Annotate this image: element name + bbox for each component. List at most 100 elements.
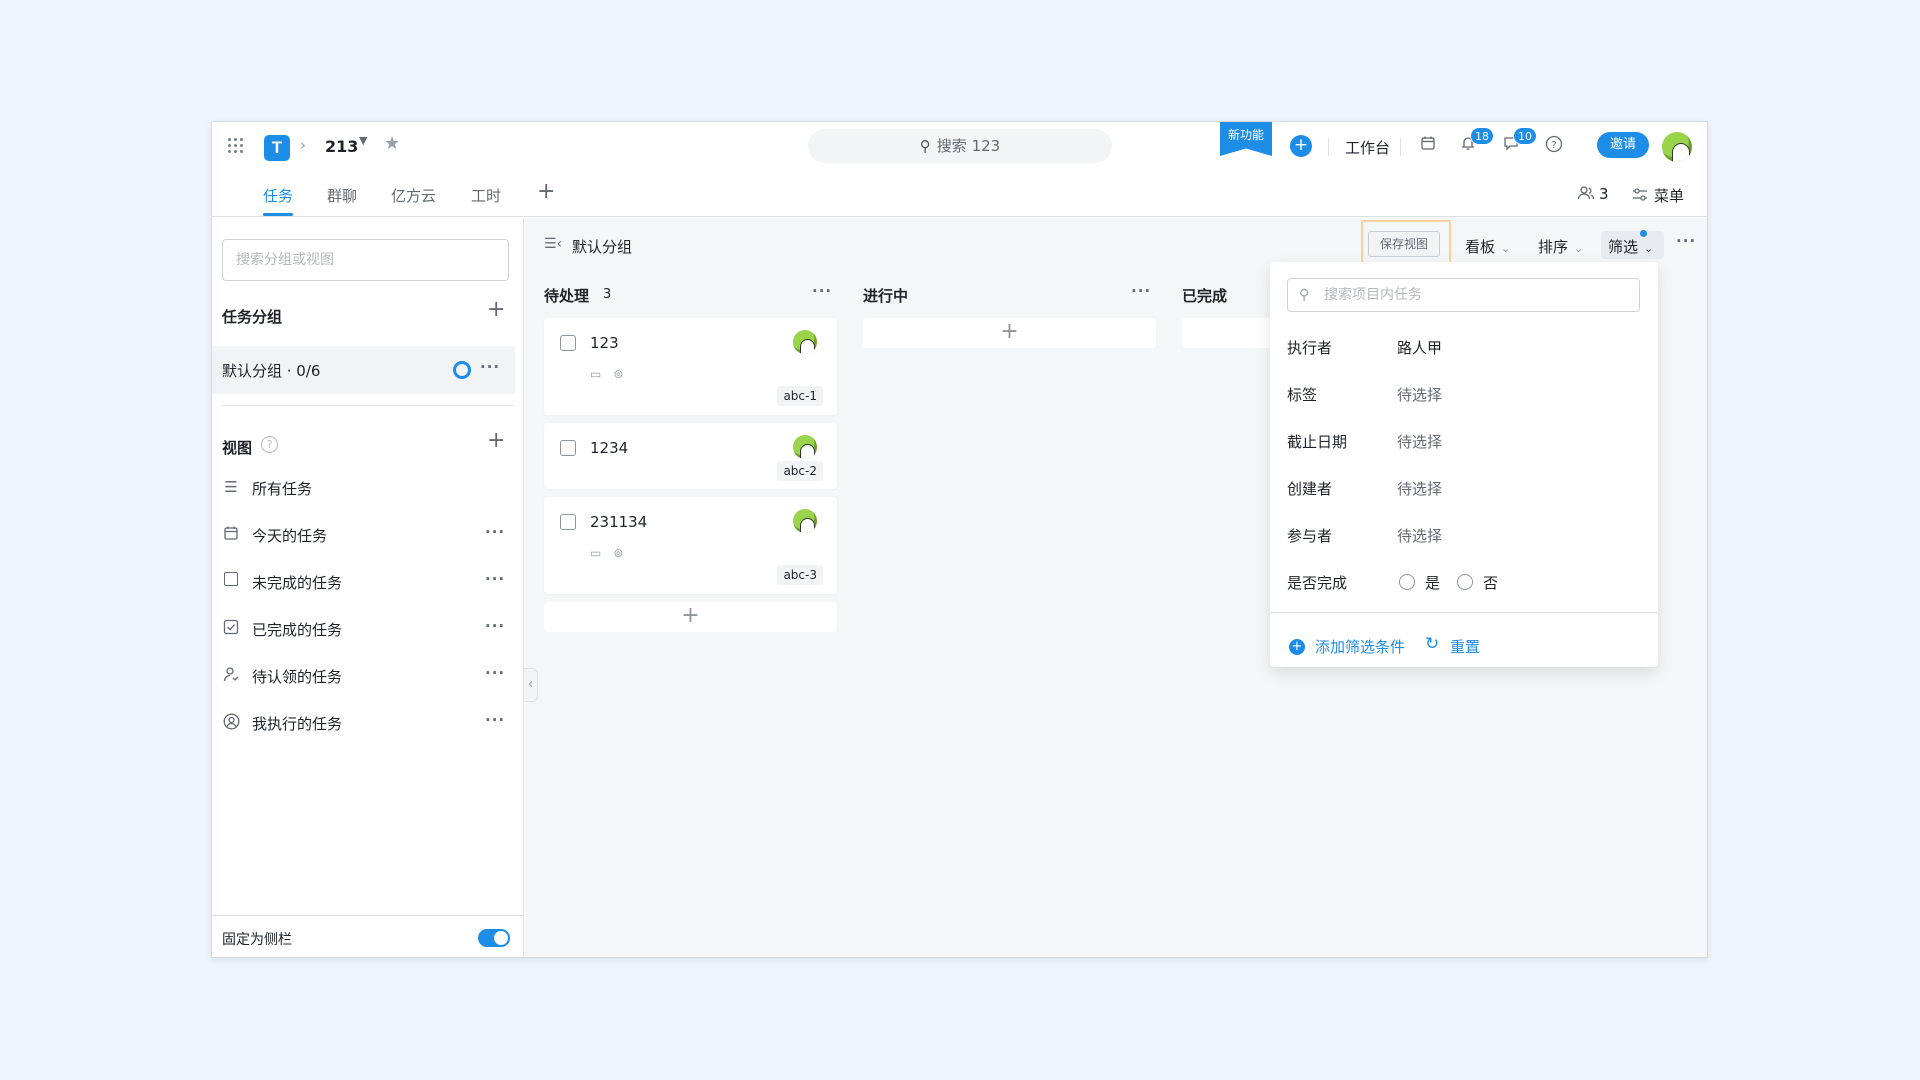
view-item-incomplete[interactable]: 未完成的任务 ··· (222, 568, 512, 598)
new-feature-ribbon[interactable]: 新功能 (1220, 122, 1272, 156)
divider (222, 405, 514, 406)
filter-label-completed: 是否完成 (1287, 574, 1348, 592)
app-window: T › 213 ▼ ★ ⚲ 搜索 123 新功能 + 工作台 18 10 ? 邀请… (211, 121, 1708, 958)
task-checkbox[interactable] (560, 514, 576, 530)
view-item-today[interactable]: 今天的任务 ··· (222, 521, 512, 551)
filter-value-due-date[interactable]: 待选择 (1397, 431, 1442, 452)
search-icon: ⚲ (1299, 287, 1310, 303)
star-icon[interactable]: ★ (384, 133, 400, 154)
filter-label-creator: 创建者 (1287, 480, 1333, 498)
pin-sidebar-label: 固定为侧栏 (222, 932, 292, 948)
tab-tasks[interactable]: 任务 (263, 185, 293, 206)
save-view-button[interactable]: 保存视图 (1368, 231, 1440, 257)
task-card[interactable]: 1234 abc-2 (544, 423, 837, 489)
app-grid-icon[interactable] (228, 138, 244, 154)
user-claim-icon (222, 666, 240, 684)
more-options-icon[interactable]: ··· (1131, 282, 1151, 300)
reset-link[interactable]: 重置 (1450, 636, 1480, 657)
more-options-icon[interactable]: ··· (480, 358, 500, 376)
task-title: 123 (590, 334, 619, 352)
column-title-done: 已完成 (1182, 287, 1228, 305)
more-options-icon[interactable]: ··· (812, 282, 832, 300)
add-tab-button[interactable]: + (537, 179, 555, 204)
reset-icon[interactable]: ↻ (1425, 634, 1439, 654)
filter-value-tag[interactable]: 待选择 (1397, 384, 1442, 405)
list-icon: ☰ (224, 478, 238, 496)
comment-attachment-icons: ▭⊚ (590, 367, 636, 381)
task-card[interactable]: 123 ▭⊚ abc-1 (544, 318, 837, 415)
radio-no[interactable] (1457, 574, 1473, 590)
filter-dropdown[interactable]: 筛选 ⌄ (1608, 236, 1653, 257)
project-name[interactable]: 213 (325, 137, 358, 156)
active-tab-indicator (263, 213, 293, 216)
calendar-icon[interactable] (1417, 135, 1439, 157)
more-options-icon[interactable]: ··· (485, 570, 505, 588)
more-options-icon[interactable]: ··· (1676, 232, 1696, 250)
add-card-button[interactable]: + (863, 318, 1156, 348)
filter-search-input[interactable]: ⚲ 搜索项目内任务 (1287, 278, 1640, 312)
tab-worktime[interactable]: 工时 (471, 185, 501, 206)
user-avatar[interactable] (1662, 132, 1692, 162)
add-filter-condition-link[interactable]: 添加筛选条件 (1315, 636, 1405, 657)
view-item-all-tasks[interactable]: ☰ 所有任务 (222, 474, 512, 504)
checkbox-empty-icon (222, 572, 240, 590)
view-item-my-tasks[interactable]: 我执行的任务 ··· (222, 709, 512, 739)
filter-value-participant[interactable]: 待选择 (1397, 525, 1442, 546)
radio-yes-label: 是 (1425, 574, 1441, 592)
add-circle-icon[interactable]: + (1289, 639, 1305, 655)
more-options-icon[interactable]: ··· (485, 523, 505, 541)
create-plus-icon[interactable]: + (1290, 135, 1312, 157)
task-tag: abc-2 (777, 461, 823, 481)
add-card-button[interactable]: + (544, 602, 837, 632)
task-checkbox[interactable] (560, 335, 576, 351)
workbench-link[interactable]: 工作台 (1345, 137, 1390, 158)
more-options-icon[interactable]: ··· (485, 711, 505, 729)
task-card[interactable]: 231134 ▭⊚ abc-3 (544, 497, 837, 594)
sidebar-search-input[interactable]: 搜索分组或视图 (222, 239, 509, 281)
view-item-label: 未完成的任务 (252, 574, 343, 592)
column-title-in-progress: 进行中 (863, 287, 909, 305)
kanban-label: 看板 (1465, 238, 1496, 256)
app-logo[interactable]: T (264, 135, 290, 161)
group-item-default[interactable]: 默认分组 · 0/6 ··· (212, 346, 515, 394)
filter-value-creator[interactable]: 待选择 (1397, 478, 1442, 499)
board-title: 默认分组 (572, 238, 633, 256)
comment-attachment-icons: ▭⊚ (590, 546, 636, 560)
pin-sidebar-toggle[interactable] (478, 929, 510, 947)
svg-text:?: ? (1551, 140, 1556, 151)
menu-label: 菜单 (1654, 187, 1685, 205)
checkbox-checked-icon (222, 619, 240, 637)
members-button[interactable]: 3 (1577, 185, 1609, 203)
chevron-down-icon: ⌄ (1644, 242, 1654, 255)
tab-yifangyun[interactable]: 亿方云 (391, 185, 436, 206)
menu-button[interactable]: 菜单 (1632, 185, 1684, 206)
task-tag: abc-1 (777, 386, 823, 406)
sort-dropdown[interactable]: 排序 ⌄ (1538, 236, 1583, 257)
invite-button[interactable]: 邀请 (1597, 132, 1649, 158)
help-icon[interactable]: ? (1543, 135, 1565, 157)
assignee-avatar[interactable] (793, 330, 817, 354)
view-item-label: 我执行的任务 (252, 715, 343, 733)
help-icon[interactable]: ? (261, 436, 278, 453)
collapse-sidebar-handle[interactable]: ‹ (524, 668, 538, 702)
caret-down-icon[interactable]: ▼ (359, 134, 367, 147)
filter-value-assignee[interactable]: 路人甲 (1397, 337, 1442, 358)
assignee-avatar[interactable] (793, 509, 817, 533)
radio-yes[interactable] (1399, 574, 1415, 590)
global-search[interactable]: ⚲ 搜索 123 (808, 129, 1112, 163)
more-options-icon[interactable]: ··· (485, 617, 505, 635)
task-checkbox[interactable] (560, 440, 576, 456)
progress-ring-icon (453, 361, 471, 379)
assignee-avatar[interactable] (793, 435, 817, 459)
view-kanban-dropdown[interactable]: 看板 ⌄ (1465, 236, 1510, 257)
collapse-list-icon[interactable]: ☰‹ (544, 236, 562, 252)
view-item-completed[interactable]: 已完成的任务 ··· (222, 615, 512, 645)
add-view-button[interactable]: + (487, 428, 505, 453)
add-group-button[interactable]: + (487, 297, 505, 322)
chevron-down-icon: ⌄ (1501, 242, 1511, 255)
view-item-unclaimed[interactable]: 待认领的任务 ··· (222, 662, 512, 692)
views-section-title: 视图 (222, 439, 253, 457)
more-options-icon[interactable]: ··· (485, 664, 505, 682)
tab-group-chat[interactable]: 群聊 (327, 185, 357, 206)
divider (1400, 138, 1401, 156)
